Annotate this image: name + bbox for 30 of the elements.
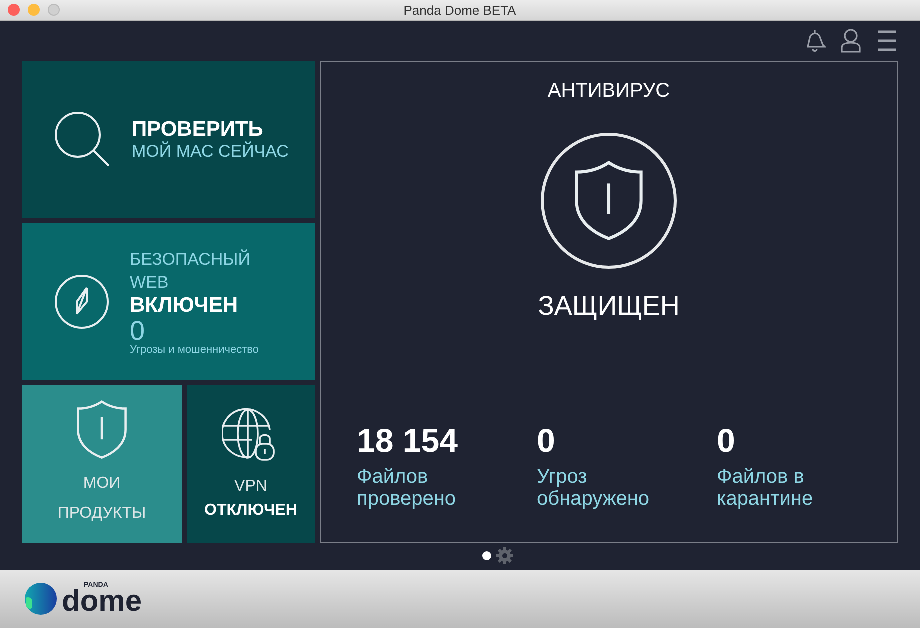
user-icon[interactable]: [840, 28, 862, 54]
scan-subtitle: МОЙ МАС СЕЙЧАС: [132, 142, 289, 162]
compass-icon: [54, 274, 110, 330]
search-icon: [54, 110, 112, 168]
page-dot[interactable]: [482, 551, 492, 561]
stat-value: 18 154: [357, 422, 459, 460]
antivirus-title: АНТИВИРУС: [548, 80, 670, 103]
scan-title: ПРОВЕРИТЬ: [132, 118, 264, 142]
stat-label: Файлов проверено: [357, 466, 458, 510]
shield-icon: [74, 399, 130, 461]
vpn-status: ОТКЛЮЧЕН: [204, 502, 298, 520]
window-title: Panda Dome BETA: [404, 2, 516, 18]
brand-name: dome: [62, 586, 142, 616]
scan-tile[interactable]: ПРОВЕРИТЬ МОЙ МАС СЕЙЧАС: [22, 61, 315, 218]
web-title: БЕЗОПАСНЫЙ WEB: [130, 248, 252, 294]
stat-value: 0: [537, 422, 556, 460]
stat-value: 0: [717, 422, 736, 460]
stat-label: Файлов в карантине: [717, 466, 814, 510]
menu-icon[interactable]: [876, 28, 898, 54]
protection-status: ЗАЩИЩЕН: [538, 291, 680, 322]
threat-caption: Угрозы и мошенничество: [130, 344, 260, 356]
vpn-tile[interactable]: VPN ОТКЛЮЧЕН: [187, 385, 315, 543]
safe-web-tile[interactable]: БЕЗОПАСНЫЙ WEB ВКЛЮЧЕН 0 Угрозы и мошенничество: [22, 223, 315, 380]
bell-icon[interactable]: [804, 28, 826, 54]
stat-label: Угроз обнаружено: [537, 466, 651, 510]
threat-count: 0: [130, 318, 146, 344]
vpn-title: VPN: [234, 477, 268, 497]
logo-icon: [24, 582, 58, 616]
web-status: ВКЛЮЧЕН: [130, 294, 240, 318]
products-title: МОИ ПРОДУКТЫ: [56, 474, 148, 524]
